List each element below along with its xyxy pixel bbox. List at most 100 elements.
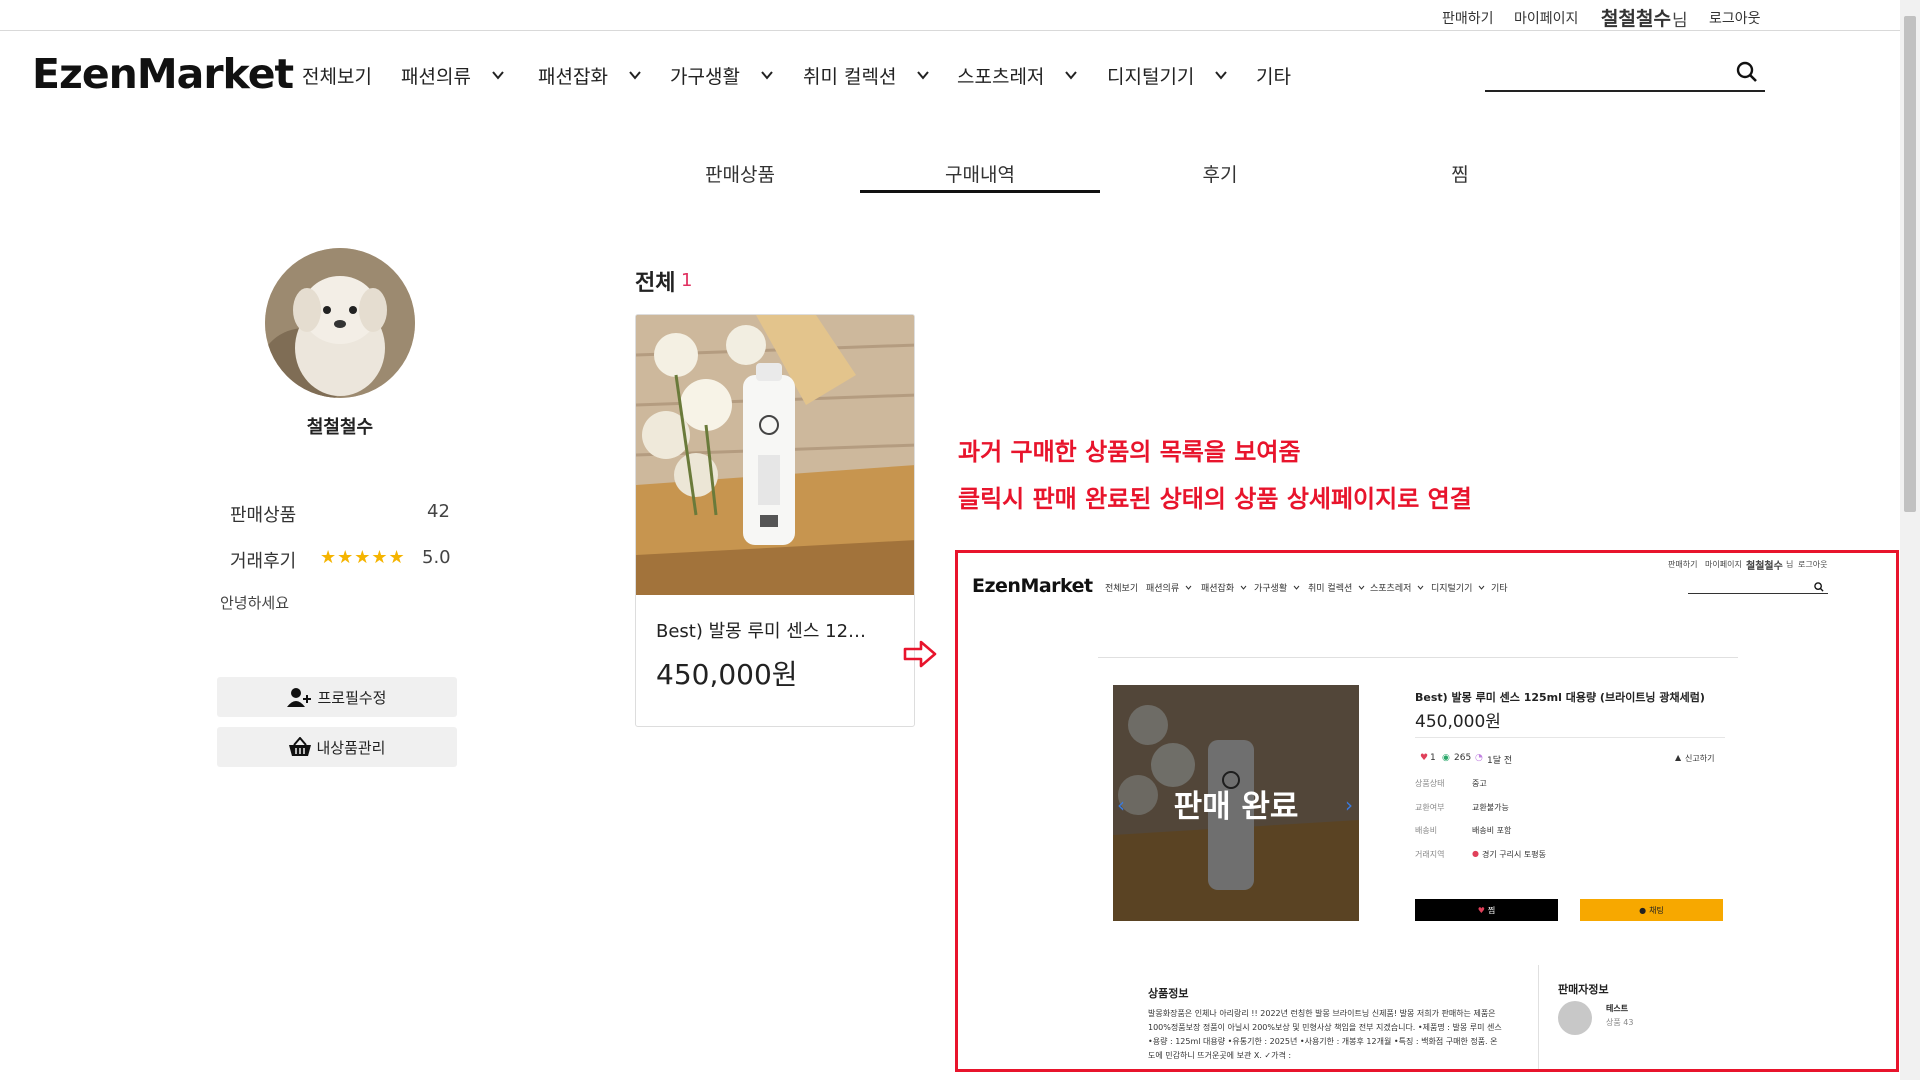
mypage-link[interactable]: 마이페이지 [1514,8,1578,28]
location-pin-icon: ● [1472,849,1479,858]
review-label: 거래후기 [230,551,297,572]
chevron-down-icon [1479,585,1485,590]
nav-label: 스포츠레저 [957,65,1045,88]
preview-spec-key: 배송비 [1415,826,1438,835]
siren-icon: ▲ [1675,753,1682,762]
list-count: 1 [681,270,693,291]
preview-nav-item: 전체보기 [1105,581,1138,594]
preview-product-image: 판매 완료 ‹ › [1113,685,1359,921]
sales-count: 42 [427,501,450,522]
search-icon[interactable] [1736,61,1758,83]
chevron-down-icon [492,71,504,80]
site-logo[interactable]: EzenMarket [32,50,294,98]
tab-sales[interactable]: 판매상품 [620,160,860,187]
arrow-right-icon [903,640,937,668]
preview-divider [1415,737,1725,738]
detail-preview-box: 판매하기 마이페이지 철철철수 님 로그아웃 EzenMarket 전체보기 패… [955,550,1899,1072]
chat-icon: ● [1639,905,1647,915]
preview-nav-item: 취미 컬렉션 [1308,581,1365,594]
tab-wishlist[interactable]: 찜 [1340,160,1580,187]
logout-link[interactable]: 로그아웃 [1709,8,1761,28]
preview-nav-item: 패션의류 [1146,581,1192,594]
chevron-down-icon [761,71,773,80]
chevron-down-icon [629,71,641,80]
heart-icon: ♥ [1420,753,1429,763]
preview-spec-value: 경기 구리시 토평동 [1482,850,1546,859]
nav-item-fashion-clothing[interactable]: 패션의류 [401,60,505,90]
search-icon [1814,582,1824,592]
preview-seller-items: 상품 43 [1606,1018,1634,1027]
preview-sell-link: 판매하기 [1668,560,1698,569]
chevron-down-icon [1358,585,1365,590]
product-card[interactable]: Best) 발몽 루미 센스 12… 450,000원 [635,314,915,727]
nav-label: 패션의류 [401,65,471,88]
preview-nav-item: 스포츠레저 [1370,581,1424,594]
tab-label: 판매상품 [705,164,775,186]
preview-user-suffix: 님 [1786,560,1794,569]
edit-profile-button[interactable]: 프로필수정 [217,677,457,717]
nav-item-all[interactable]: 전체보기 [302,60,372,90]
list-title: 전체 [635,271,676,296]
rating-value: 5.0 [422,547,451,568]
avatar [265,248,415,398]
manage-items-button[interactable]: 내상품관리 [217,727,457,767]
preview-user-name: 철철철수 [1746,561,1783,572]
annotation-line-2: 클릭시 판매 완료된 상태의 상품 상세페이지로 연결 [958,485,1472,513]
chevron-down-icon [917,71,930,80]
preview-nav-label: 전체보기 [1105,584,1139,594]
preview-seller-title: 판매자정보 [1558,983,1609,996]
nav-label: 전체보기 [302,65,372,88]
preview-nav-label: 취미 컬렉션 [1308,584,1353,594]
preview-nav-label: 기타 [1491,584,1508,594]
edit-profile-label: 프로필수정 [317,688,387,707]
preview-seller-avatar [1558,1001,1592,1035]
nav-label: 기타 [1256,65,1291,88]
nav-item-sports[interactable]: 스포츠레저 [957,60,1078,90]
nav-item-furniture[interactable]: 가구생활 [670,60,774,90]
preview-spec-value: 배송비 포함 [1472,826,1512,835]
manage-items-label: 내상품관리 [316,738,386,757]
nav-item-fashion-goods[interactable]: 패션잡화 [538,60,642,90]
chevron-left-icon: ‹ [1117,793,1125,817]
tab-reviews[interactable]: 후기 [1100,160,1340,187]
search-underline [1485,90,1765,92]
clock-icon: ◔ [1475,753,1483,763]
preview-likes: 1 [1430,753,1436,763]
tab-purchases[interactable]: 구매내역 [860,160,1100,187]
preview-logout: 로그아웃 [1798,560,1828,569]
preview-nav-label: 스포츠레저 [1370,584,1412,594]
user-suffix: 님 [1672,11,1688,31]
nav-label: 디지털기기 [1107,65,1195,88]
logo-text: EzenMarket [32,50,294,98]
chevron-down-icon [1185,585,1192,590]
sales-label: 판매상품 [230,505,297,526]
annotation-line-1: 과거 구매한 상품의 목록을 보여줌 [958,438,1301,466]
profile-name: 철철철수 [306,417,374,438]
preview-sold-overlay: 판매 완료 [1113,685,1359,921]
preview-wish-button: ♥ 찜 [1415,899,1558,921]
preview-wish-label: 찜 [1487,905,1496,915]
preview-seller-name: 테스트 [1606,1004,1629,1013]
nav-item-etc[interactable]: 기타 [1256,60,1291,90]
chevron-down-icon [1418,585,1424,590]
preview-chat-label: 채팅 [1649,905,1664,915]
chevron-down-icon [1240,585,1247,590]
tab-label: 찜 [1451,164,1469,186]
preview-time: 1달 전 [1487,756,1513,766]
preview-title: Best) 발몽 루미 센스 125ml 대용량 (브라이트닝 광채세럼) [1415,691,1705,704]
basket-icon [289,737,312,756]
nav-item-hobby[interactable]: 취미 컬렉션 [803,60,930,90]
tab-label: 구매내역 [945,164,1015,186]
preview-nav-item: 기타 [1491,581,1508,594]
preview-spec-key: 교환여부 [1415,803,1445,812]
search-input[interactable] [1485,58,1725,88]
chevron-right-icon: › [1345,793,1353,817]
chevron-down-icon [1215,71,1228,80]
top-utility-bar: 판매하기 마이페이지 철철철수 님 로그아웃 [0,0,1900,31]
scrollbar-thumb[interactable] [1904,16,1916,512]
eye-icon: ◉ [1442,753,1450,763]
sell-link[interactable]: 판매하기 [1442,8,1494,28]
preview-views: 265 [1454,753,1472,763]
product-image [636,315,914,595]
nav-item-digital[interactable]: 디지털기기 [1107,60,1228,90]
